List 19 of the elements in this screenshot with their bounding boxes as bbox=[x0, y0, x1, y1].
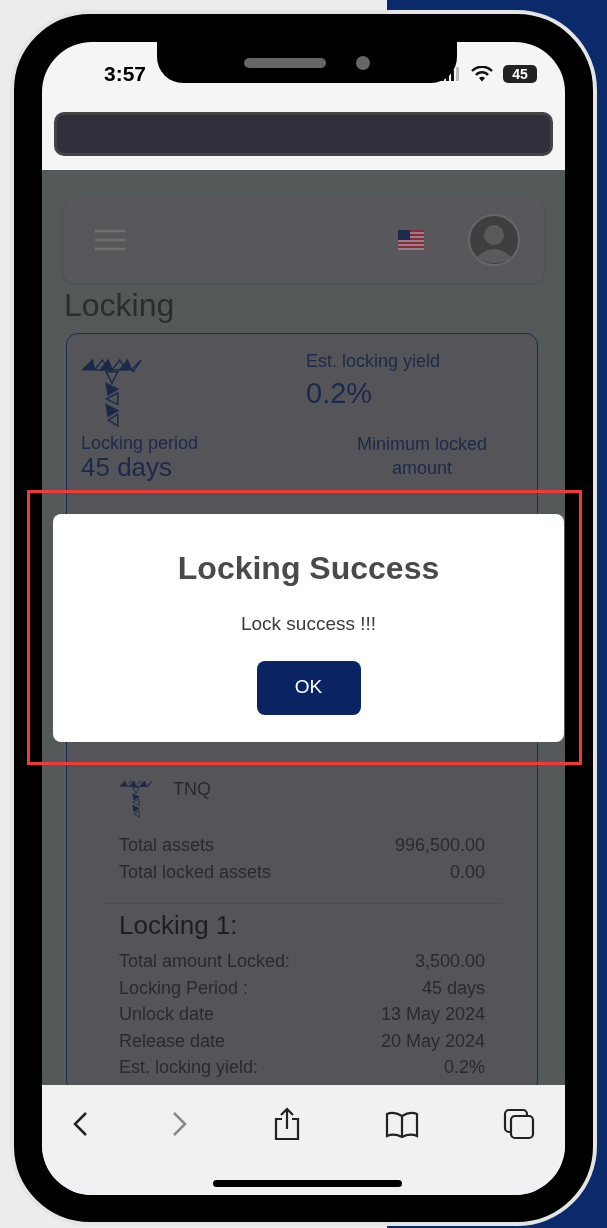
back-icon[interactable] bbox=[72, 1111, 88, 1137]
status-time: 3:57 bbox=[104, 61, 147, 88]
dialog-title: Locking Success bbox=[177, 549, 440, 588]
period-value: 45 days bbox=[81, 454, 173, 480]
tabs-icon[interactable] bbox=[503, 1108, 535, 1140]
wifi-icon bbox=[471, 66, 493, 82]
ok-button[interactable]: OK bbox=[256, 660, 361, 715]
period-label: Locking period bbox=[81, 432, 199, 454]
yield-label: Est. locking yield bbox=[306, 350, 441, 373]
minimum-label: Minimum locked amount bbox=[355, 433, 488, 480]
share-icon[interactable] bbox=[272, 1107, 301, 1141]
locking-title: Locking 1: bbox=[119, 909, 239, 942]
flag-icon[interactable] bbox=[398, 230, 424, 250]
logo-icon bbox=[81, 358, 143, 428]
forward-icon[interactable] bbox=[172, 1111, 189, 1137]
yield-value: 0.2% bbox=[306, 376, 374, 411]
dialog-message: Lock success !!! bbox=[240, 612, 377, 636]
battery-indicator: 45 bbox=[503, 65, 537, 83]
book-icon[interactable] bbox=[384, 1110, 419, 1138]
